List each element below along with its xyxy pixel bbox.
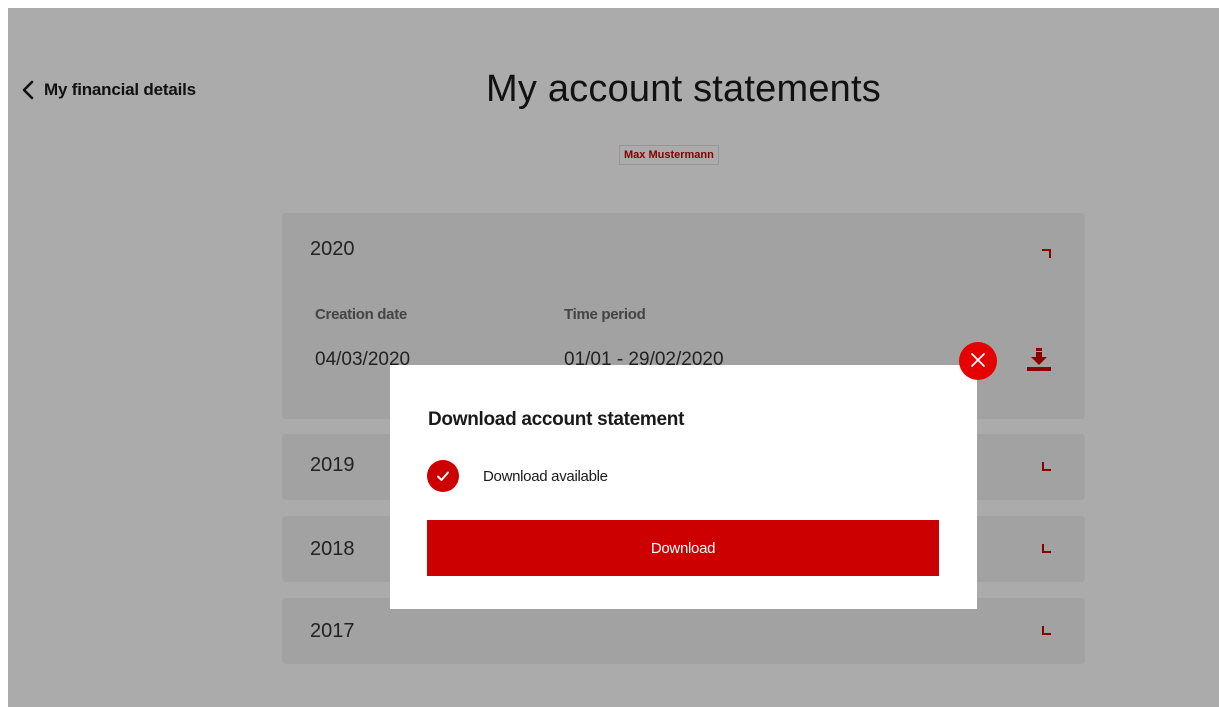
download-status: Download available [427, 460, 608, 492]
check-circle-icon [427, 460, 459, 492]
dialog-title: Download account statement [428, 409, 685, 430]
download-dialog: Download account statement Download avai… [390, 365, 977, 609]
close-icon [969, 351, 987, 372]
download-button[interactable]: Download [427, 520, 939, 576]
close-dialog-button[interactable] [959, 342, 997, 380]
page: My financial details My account statemen… [8, 8, 1219, 707]
status-text: Download available [483, 467, 608, 485]
